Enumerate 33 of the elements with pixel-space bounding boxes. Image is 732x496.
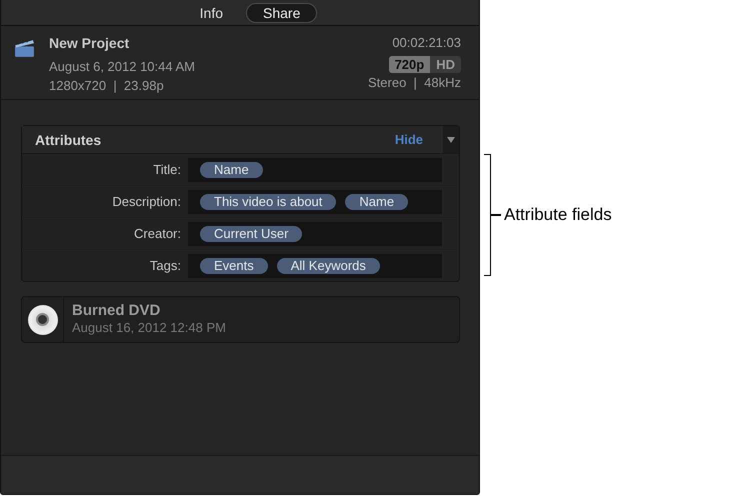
field-label: Tags: [148, 258, 182, 273]
project-date: August 6, 2012 10:44 AM [49, 58, 196, 76]
hide-button[interactable]: Hide [388, 131, 429, 148]
share-date: August 16, 2012 12:48 PM [72, 320, 226, 336]
token[interactable]: Name [200, 162, 263, 178]
token[interactable]: Events [200, 258, 268, 274]
duration: 00:02:21:03 [392, 34, 461, 52]
tab[interactable]: Share [246, 2, 318, 22]
field-label: Title: [152, 162, 182, 177]
share-item[interactable]: Burned DVD August 16, 2012 12:48 PM [21, 296, 460, 343]
section-title: Attributes [34, 132, 102, 148]
token-field[interactable]: Current User [188, 222, 442, 246]
video-format: 1280x720 | 23.98p [49, 77, 165, 95]
clapperboard-icon [14, 39, 35, 58]
token[interactable]: Current User [200, 226, 302, 242]
dropdown-icon[interactable] [443, 126, 459, 153]
token-field[interactable]: Events All Keywords [188, 254, 442, 278]
resolution-label: 720p [388, 56, 430, 73]
token[interactable]: This video is about [200, 194, 336, 210]
token[interactable]: All Keywords [276, 258, 380, 274]
token-field[interactable]: This video is about Name [188, 190, 442, 214]
audio-format: Stereo | 48kHz [368, 74, 461, 92]
project-name: New Project [49, 34, 130, 52]
field-label: Creator: [133, 226, 182, 241]
callout-label: Attribute fields [503, 205, 612, 225]
field-label: Description: [111, 194, 182, 209]
token[interactable]: Name [345, 194, 408, 210]
leader-line [491, 214, 501, 216]
disc-icon [28, 304, 58, 334]
share-name: Burned DVD [72, 301, 162, 320]
tab[interactable]: Info [182, 2, 240, 22]
resolution-label: HD [435, 56, 456, 73]
token-field[interactable]: Name [188, 158, 442, 182]
